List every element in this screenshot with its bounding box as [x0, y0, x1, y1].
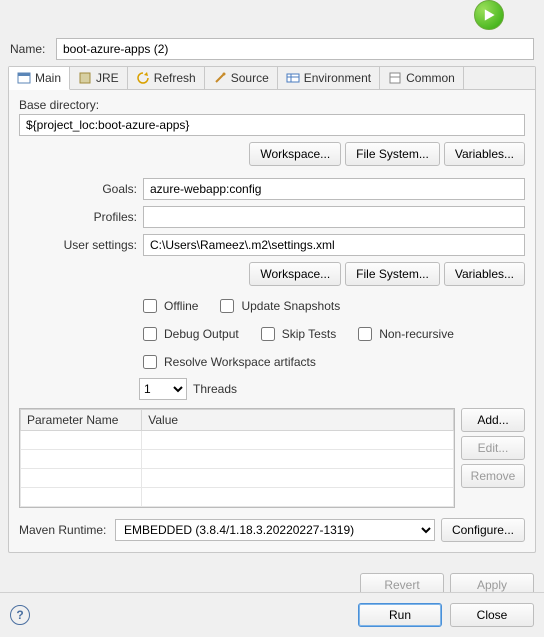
goals-input[interactable]: [143, 178, 525, 200]
source-icon: [213, 71, 227, 85]
user-settings-input[interactable]: [143, 234, 525, 256]
common-icon: [388, 71, 402, 85]
tab-main[interactable]: Main: [9, 67, 70, 90]
name-input[interactable]: [56, 38, 534, 60]
resolve-workspace-label: Resolve Workspace artifacts: [164, 355, 316, 369]
filesystem-button-basedir[interactable]: File System...: [345, 142, 440, 166]
configure-button[interactable]: Configure...: [441, 518, 525, 542]
threads-label: Threads: [193, 382, 237, 396]
workspace-button-basedir[interactable]: Workspace...: [249, 142, 341, 166]
tab-source-label: Source: [231, 71, 269, 85]
edit-button[interactable]: Edit...: [461, 436, 525, 460]
workspace-button-settings[interactable]: Workspace...: [249, 262, 341, 286]
add-button[interactable]: Add...: [461, 408, 525, 432]
update-snapshots-checkbox[interactable]: Update Snapshots: [216, 296, 340, 316]
tab-source[interactable]: Source: [205, 67, 278, 89]
update-snapshots-label: Update Snapshots: [241, 299, 340, 313]
col-parameter-name[interactable]: Parameter Name: [21, 410, 142, 431]
col-value[interactable]: Value: [142, 410, 454, 431]
offline-checkbox[interactable]: Offline: [139, 296, 198, 316]
tab-refresh-label: Refresh: [154, 71, 196, 85]
filesystem-button-settings[interactable]: File System...: [345, 262, 440, 286]
refresh-icon: [136, 71, 150, 85]
tab-jre-label: JRE: [96, 71, 119, 85]
tab-bar: Main JRE Refresh Source Environment Comm…: [9, 67, 535, 90]
resolve-workspace-checkbox[interactable]: Resolve Workspace artifacts: [139, 352, 316, 372]
profiles-input[interactable]: [143, 206, 525, 228]
base-directory-label: Base directory:: [19, 98, 525, 112]
table-row[interactable]: [21, 488, 454, 507]
profiles-label: Profiles:: [19, 210, 137, 224]
tab-common[interactable]: Common: [380, 67, 464, 89]
tab-common-label: Common: [406, 71, 455, 85]
remove-button[interactable]: Remove: [461, 464, 525, 488]
table-row[interactable]: [21, 469, 454, 488]
non-recursive-checkbox[interactable]: Non-recursive: [354, 324, 454, 344]
debug-output-label: Debug Output: [164, 327, 239, 341]
debug-output-checkbox[interactable]: Debug Output: [139, 324, 239, 344]
main-icon: [17, 71, 31, 85]
variables-button-basedir[interactable]: Variables...: [444, 142, 525, 166]
environment-icon: [286, 71, 300, 85]
help-icon[interactable]: ?: [10, 605, 30, 625]
skip-tests-label: Skip Tests: [282, 327, 336, 341]
run-button[interactable]: Run: [358, 603, 442, 627]
base-directory-input[interactable]: [19, 114, 525, 136]
tab-main-label: Main: [35, 71, 61, 85]
close-button[interactable]: Close: [450, 603, 534, 627]
offline-label: Offline: [164, 299, 198, 313]
maven-runtime-select[interactable]: EMBEDDED (3.8.4/1.18.3.20220227-1319): [115, 519, 435, 541]
goals-label: Goals:: [19, 182, 137, 196]
skip-tests-checkbox[interactable]: Skip Tests: [257, 324, 336, 344]
table-row[interactable]: [21, 431, 454, 450]
user-settings-label: User settings:: [19, 238, 137, 252]
threads-select[interactable]: 1: [139, 378, 187, 400]
maven-runtime-label: Maven Runtime:: [19, 523, 109, 537]
tab-environment[interactable]: Environment: [278, 67, 380, 89]
non-recursive-label: Non-recursive: [379, 327, 454, 341]
run-large-icon: [474, 0, 504, 30]
jre-icon: [78, 71, 92, 85]
tab-environment-label: Environment: [304, 71, 371, 85]
name-label: Name:: [10, 42, 50, 56]
tab-jre[interactable]: JRE: [70, 67, 128, 89]
table-row[interactable]: [21, 450, 454, 469]
parameters-table[interactable]: Parameter Name Value: [19, 408, 455, 508]
tab-refresh[interactable]: Refresh: [128, 67, 205, 89]
variables-button-settings[interactable]: Variables...: [444, 262, 525, 286]
